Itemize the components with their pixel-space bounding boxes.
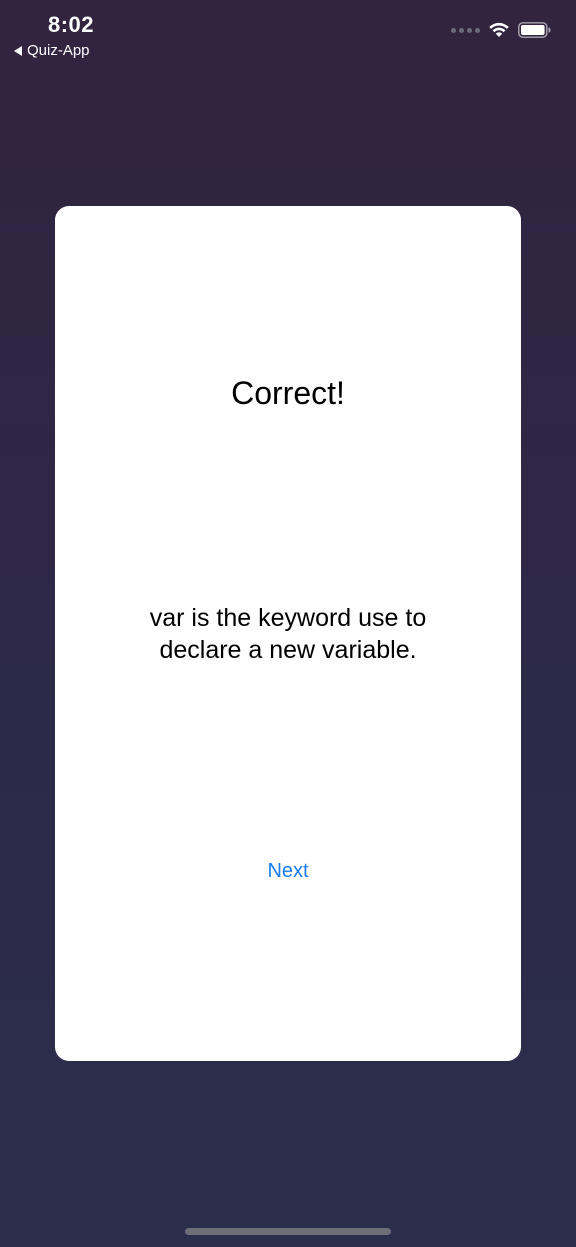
result-title: Correct! <box>231 375 345 411</box>
back-app-label: Quiz-App <box>27 42 90 59</box>
wifi-icon <box>488 22 510 38</box>
battery-icon <box>518 22 552 38</box>
next-button[interactable]: Next <box>0 860 576 883</box>
answer-explanation: var is the keyword use to declare a new … <box>149 604 427 664</box>
status-time: 8:02 <box>48 12 95 37</box>
back-to-app-link[interactable]: Quiz-App <box>14 42 90 59</box>
signal-icon <box>451 27 480 33</box>
home-indicator[interactable] <box>185 1228 391 1235</box>
status-bar: 8:02 Quiz-App <box>0 0 576 70</box>
status-icons <box>451 22 552 38</box>
back-arrow-icon <box>14 45 22 56</box>
